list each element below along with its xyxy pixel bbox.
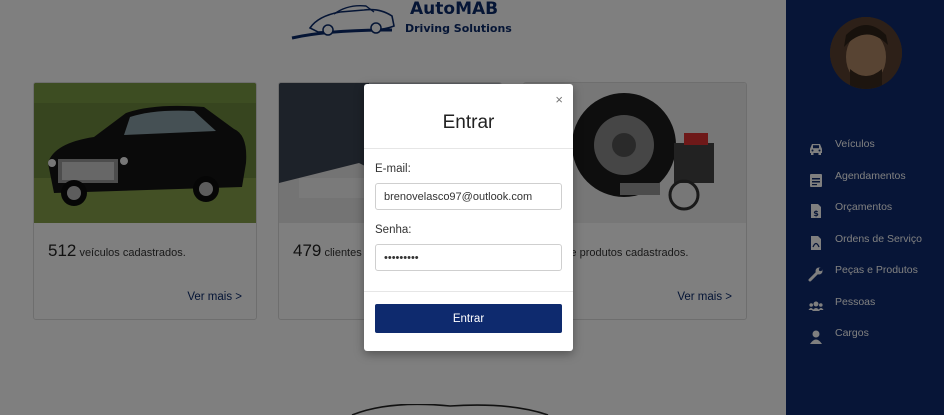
email-label: E-mail: (375, 163, 411, 175)
login-submit-button[interactable]: Entrar (375, 304, 562, 333)
password-field[interactable] (375, 244, 562, 271)
password-label: Senha: (375, 224, 412, 236)
modal-header-divider (364, 148, 573, 149)
login-modal: × Entrar E-mail: Senha: Entrar (364, 84, 573, 351)
close-icon[interactable]: × (555, 92, 563, 107)
modal-footer-divider (364, 291, 573, 292)
email-field[interactable] (375, 183, 562, 210)
modal-title: Entrar (442, 112, 495, 133)
